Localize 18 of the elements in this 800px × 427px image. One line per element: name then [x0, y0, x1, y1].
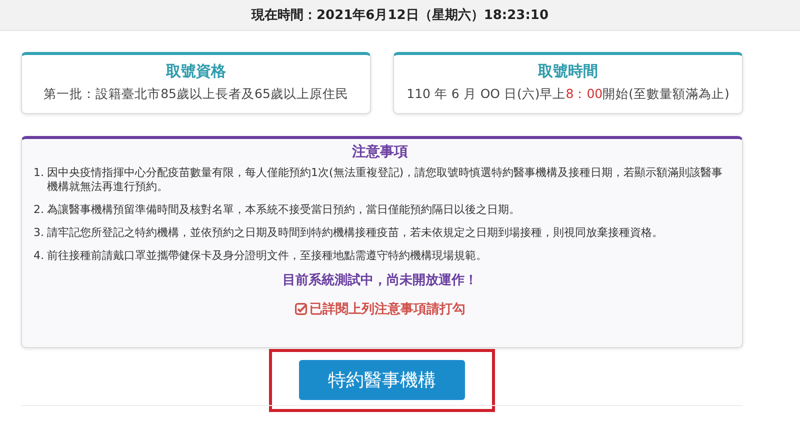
item-number: 4.	[32, 249, 44, 263]
current-time: 現在時間：2021年6月12日（星期六）18:23:10	[252, 8, 548, 23]
item-number: 3.	[32, 226, 44, 240]
clinic-button[interactable]: 特約醫事機構	[299, 360, 465, 400]
item-number: 1.	[32, 166, 44, 181]
card-text: 110 年 6 月 OO 日(六)早上8：00開始(至數量額滿為止)	[406, 86, 730, 103]
agreement-label: 已詳閱上列注意事項請打勾	[310, 300, 466, 318]
notice-item: 前往接種前請戴口罩並攜帶健保卡及身分證明文件，至接種地點需遵守特約機構現場規範。	[47, 249, 488, 263]
card-title: 取號時間	[538, 62, 598, 81]
item-number: 2.	[32, 203, 44, 217]
status-message: 目前系統測試中，尚未開放運作！	[282, 272, 478, 289]
notice-item: 因中央疫情指揮中心分配疫苗數量有限，每人僅能預約1次(無法重複登記)，請您取號時慎選特約醫事機構及接種日期，若顯示額滿則該醫事機構就無法再進行預約。	[47, 166, 724, 194]
card-text: 第一批：設籍臺北市85歲以上長者及65歲以上原住民	[44, 86, 348, 103]
notice-item: 請牢記您所登記之特約機構，並依預約之日期及時間到特約機構接種疫苗，若未依規定之日期到場接種，則視同放棄接種資格。	[47, 226, 664, 240]
checkbox[interactable]	[294, 303, 306, 315]
notice-item: 為讓醫事機構預留準備時間及核對名單，本系統不接受當日預約，當日僅能預約隔日以後之日期。	[47, 203, 521, 217]
notice-title: 注意事項	[352, 143, 408, 161]
card-title: 取號資格	[166, 62, 226, 81]
